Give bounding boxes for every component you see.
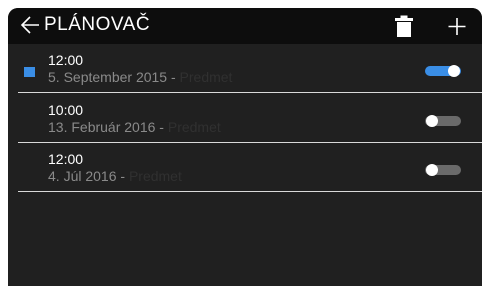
alarm-date: 4. Júl 2016 - <box>48 168 129 184</box>
alarm-date: 5. September 2015 - <box>48 69 180 85</box>
alarm-row[interactable]: 10:00 13. Február 2016 - Predmet <box>8 95 482 143</box>
alarm-time: 12:00 <box>48 52 84 68</box>
row-divider <box>18 92 482 93</box>
alarm-subline: 13. Február 2016 - Predmet <box>48 119 221 135</box>
alarm-subject: Predmet <box>167 119 221 135</box>
alarm-row[interactable]: 12:00 5. September 2015 - Predmet <box>8 45 482 93</box>
alarm-row[interactable]: 12:00 4. Júl 2016 - Predmet <box>8 144 482 192</box>
alarm-subject: Predmet <box>128 168 182 184</box>
alarm-date: 13. Február 2016 - <box>48 119 168 135</box>
header-bar: PLÁNOVAČ <box>8 8 482 44</box>
alarm-time: 12:00 <box>48 151 84 167</box>
row-divider <box>18 191 482 192</box>
alarm-toggle[interactable] <box>425 65 461 77</box>
alarm-toggle[interactable] <box>425 164 461 176</box>
alarm-subline: 5. September 2015 - Predmet <box>48 69 232 85</box>
selected-indicator <box>24 67 35 77</box>
toggle-knob <box>426 115 438 127</box>
alarm-time: 10:00 <box>48 102 84 118</box>
plus-icon[interactable] <box>446 15 468 37</box>
alarm-subline: 4. Júl 2016 - Predmet <box>48 168 182 184</box>
back-arrow-icon[interactable] <box>20 14 40 36</box>
toggle-knob <box>448 65 460 77</box>
alarm-toggle[interactable] <box>425 115 461 127</box>
planner-screen: PLÁNOVAČ 12:00 5. September 2015 - Predm… <box>8 8 482 286</box>
page-title: PLÁNOVAČ <box>44 14 151 35</box>
trash-icon[interactable] <box>395 15 413 37</box>
toggle-knob <box>426 164 438 176</box>
alarm-subject: Predmet <box>179 69 233 85</box>
row-divider <box>18 142 482 143</box>
